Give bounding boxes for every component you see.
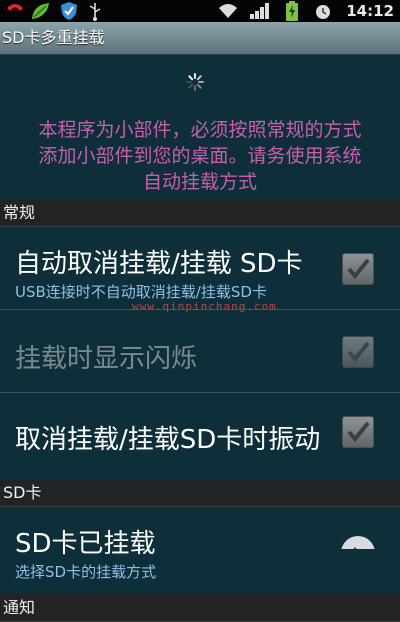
notice-line: 本程序为小部件，必须按照常规的方式 <box>38 119 362 141</box>
category-notify: 通知 <box>0 594 400 622</box>
notice-line: 自动挂载方式 <box>142 171 257 193</box>
status-bar: 14:12 <box>0 0 400 22</box>
category-sd-card: SD卡 <box>0 479 400 507</box>
clock: 14:12 <box>346 2 394 20</box>
app-title: SD卡多重挂载 <box>2 28 105 47</box>
pref-vibrate[interactable]: 取消挂载/挂载SD卡时振动 <box>0 393 400 475</box>
flash-checkbox <box>342 336 374 368</box>
pref-summary: 选择SD卡的挂载方式 <box>15 563 157 581</box>
pref-auto-unmount[interactable]: 自动取消挂载/挂载 SD卡 USB连接时不自动取消挂载/挂载SD卡 <box>0 227 400 309</box>
category-label: 常规 <box>3 203 36 222</box>
shield-icon <box>58 0 80 22</box>
dropdown-arrow-icon[interactable] <box>340 535 376 549</box>
pref-flash-on-mount: 挂载时显示闪烁 <box>0 310 400 392</box>
title-bar: SD卡多重挂载 <box>0 22 400 55</box>
leaf-icon <box>28 0 54 22</box>
notice-line: 添加小部件到您的桌面。请务使用系统 <box>38 145 362 167</box>
signal-icon <box>248 0 272 22</box>
pref-title: 自动取消挂载/挂载 SD卡 <box>15 249 303 279</box>
category-label: 通知 <box>3 598 36 617</box>
checkmark-icon <box>347 258 370 280</box>
pref-title: SD卡已挂载 <box>15 529 156 559</box>
pref-title: 取消挂载/挂载SD卡时振动 <box>15 425 321 455</box>
auto-unmount-checkbox[interactable] <box>342 253 374 285</box>
usb-icon <box>84 0 106 22</box>
category-label: SD卡 <box>3 483 42 502</box>
widget-notice: 本程序为小部件，必须按照常规的方式 添加小部件到您的桌面。请务使用系统 自动挂载… <box>0 117 400 195</box>
loading-spinner-icon <box>185 72 205 92</box>
pref-title: 挂载时显示闪烁 <box>15 344 198 374</box>
pref-sd-mounted[interactable]: SD卡已挂载 选择SD卡的挂载方式 <box>0 507 400 592</box>
category-general: 常规 <box>0 199 400 227</box>
vibrate-checkbox[interactable] <box>342 416 374 448</box>
pref-summary: USB连接时不自动取消挂载/挂载SD卡 <box>15 283 267 301</box>
alarm-icon <box>312 0 334 22</box>
checkmark-icon <box>347 421 370 443</box>
battery-charging-icon <box>283 0 301 22</box>
phone-icon <box>4 0 26 22</box>
wifi-icon <box>216 0 240 22</box>
checkmark-icon <box>347 341 370 363</box>
